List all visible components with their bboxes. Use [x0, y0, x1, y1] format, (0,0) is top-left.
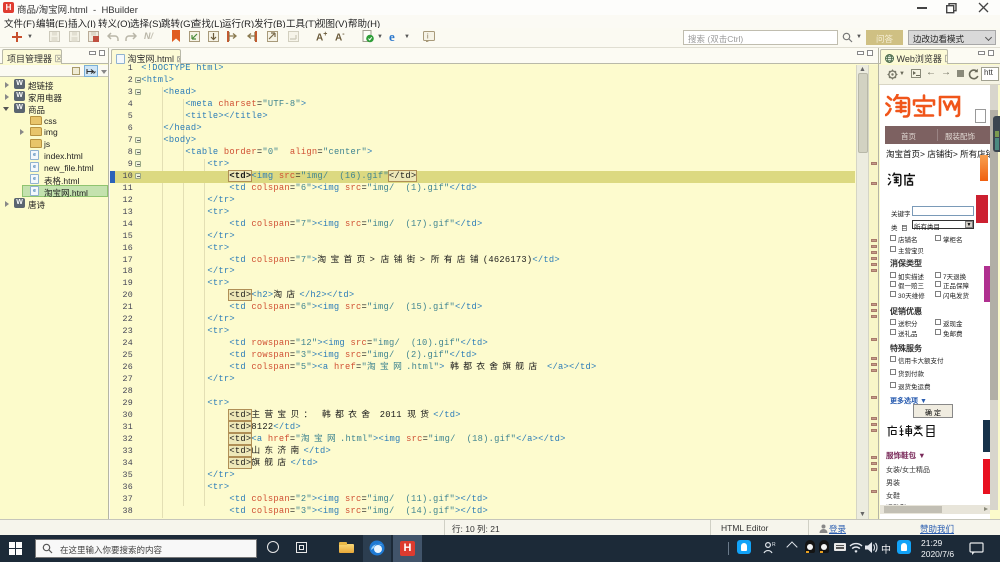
svg-text:R: R — [772, 542, 776, 548]
